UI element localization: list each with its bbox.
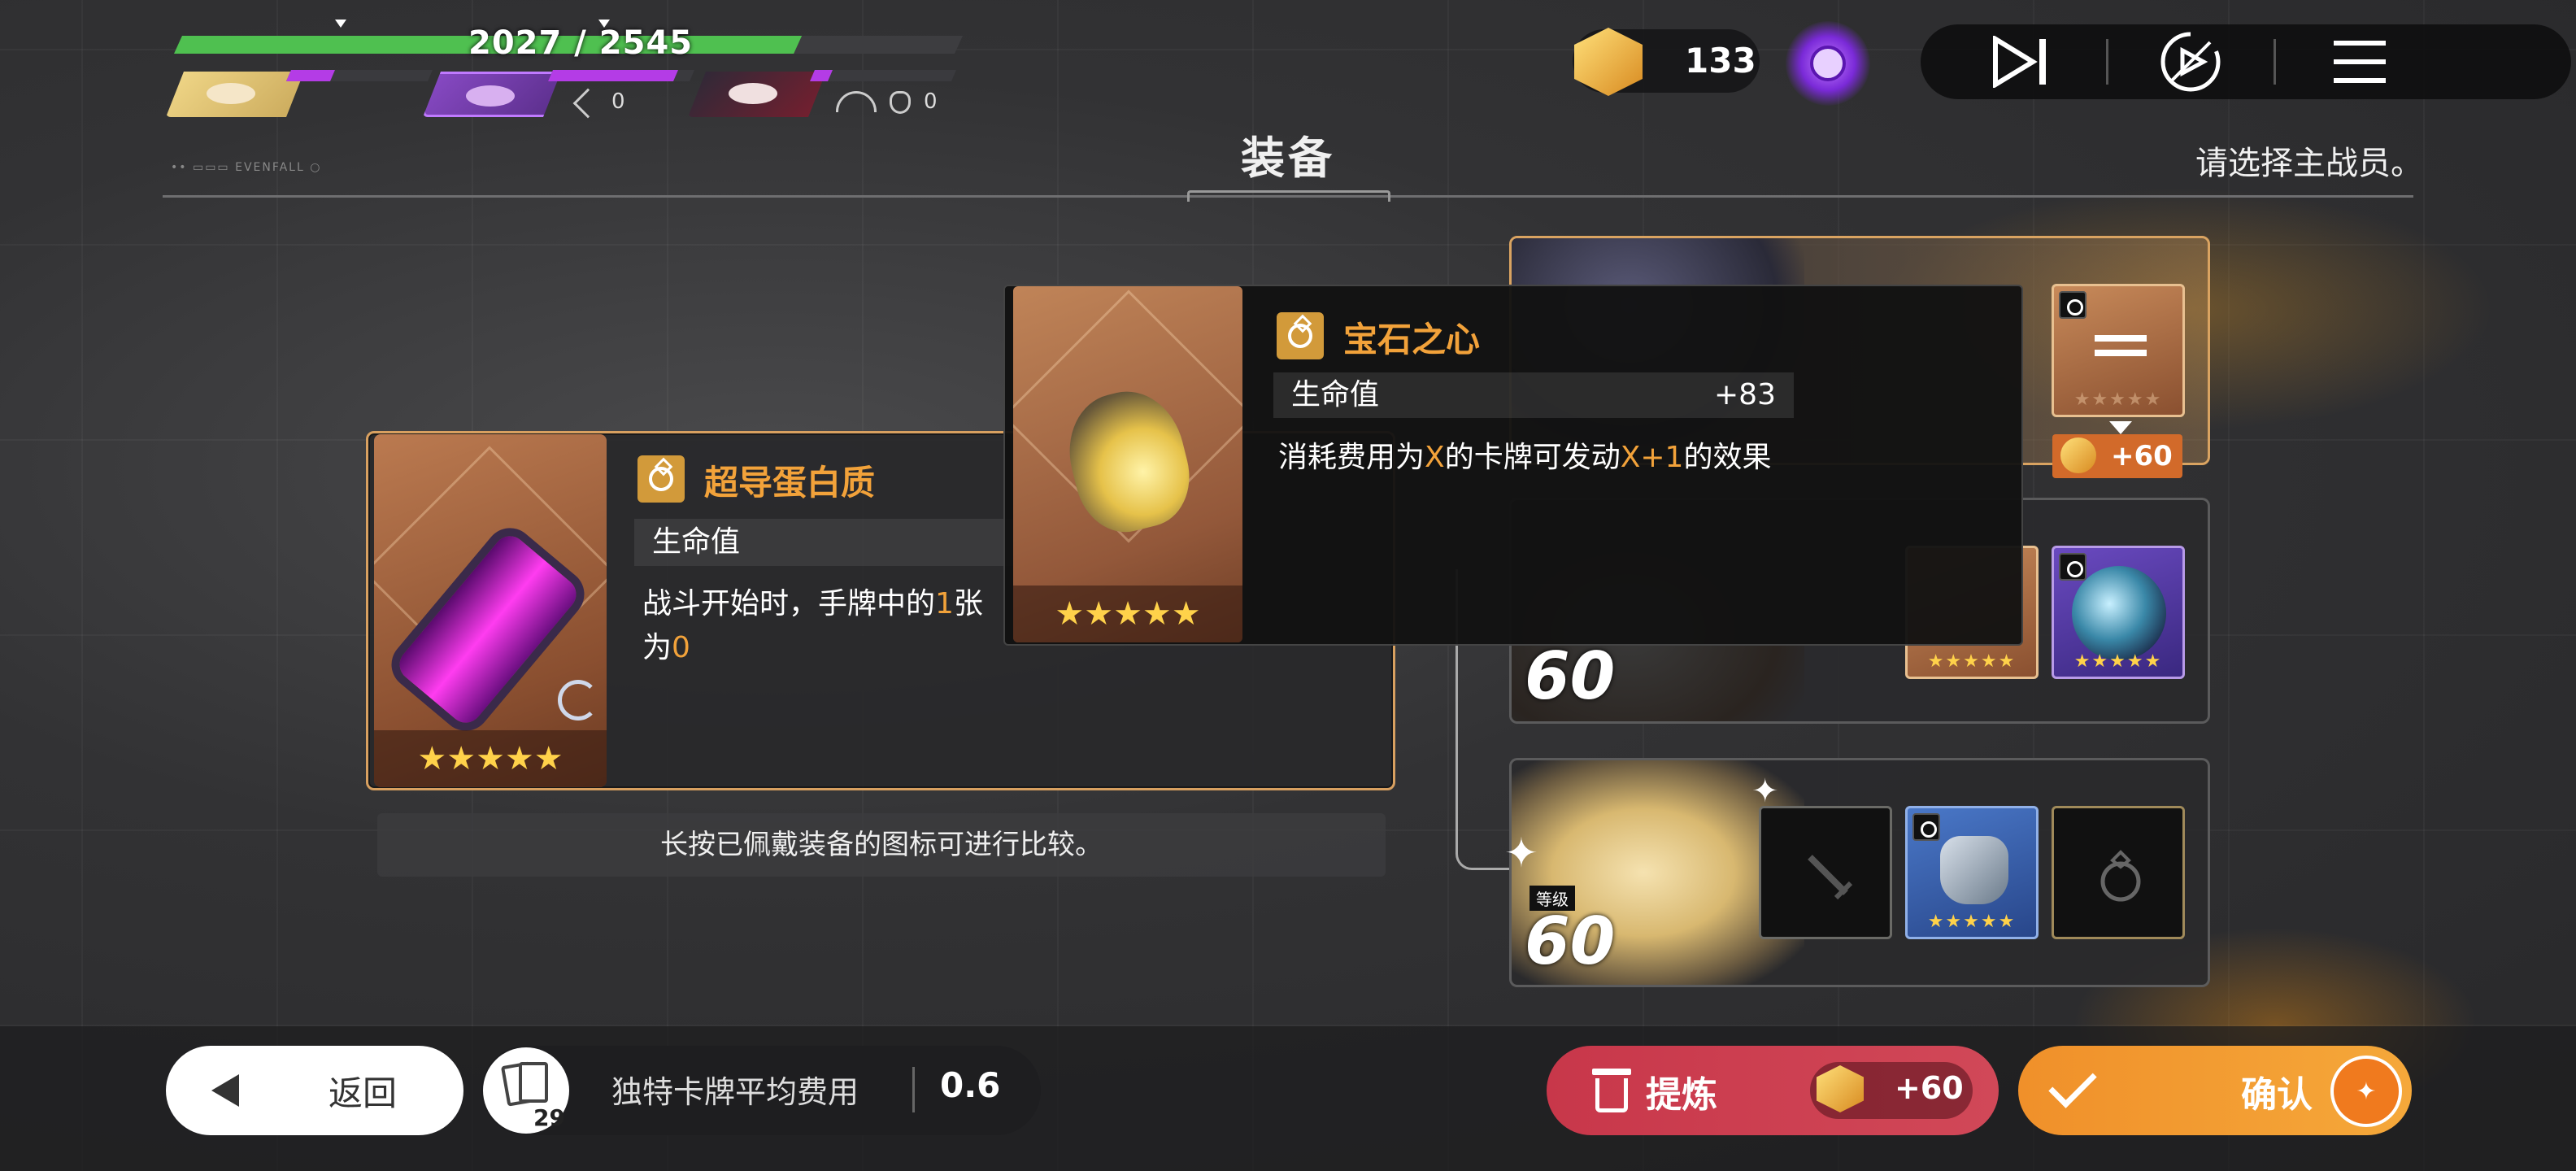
party-member-1[interactable] [166, 72, 304, 117]
rarity-stars: ★★★★★ [1927, 651, 2017, 672]
avatar [729, 83, 777, 104]
sword-icon [572, 88, 603, 119]
confirm-label: 确认 [2241, 1074, 2313, 1116]
menu-icon [2334, 41, 2386, 83]
tooltip-equipment-image: ★★★★★ [1013, 286, 1242, 642]
back-label: 返回 [329, 1073, 398, 1113]
hud-divider [2106, 39, 2108, 85]
character-level: 60 [1525, 903, 1616, 979]
new-equipment-image: ★★★★★ [374, 434, 607, 787]
desc-highlight: 0 [672, 631, 690, 664]
hp-marker-icon [598, 20, 610, 28]
character-slot-3[interactable]: 等级 60 ★★★★★ [1509, 758, 2210, 987]
deck-divider [912, 1067, 915, 1112]
trash-icon [1592, 1069, 1631, 1112]
rarity-stars: ★★★★★ [1013, 586, 1242, 642]
auto-speed-button[interactable] [2150, 24, 2231, 99]
weapon-equip-slot[interactable] [1759, 806, 1892, 939]
rarity-stars: ★★★★★ [1927, 912, 2017, 932]
ring-equip-slot[interactable]: ★★★★★ [2052, 546, 2185, 679]
character-level: 60 [1525, 638, 1616, 714]
desc-text: 张 [953, 587, 983, 620]
orb-icon [2072, 566, 2166, 660]
refine-label: 提炼 [1646, 1074, 1717, 1116]
stat-label: 生命值 [1291, 378, 1380, 411]
tooltip-description: 消耗费用为X的卡牌可发动X+1的效果 [1278, 436, 1978, 480]
menu-button[interactable] [2319, 24, 2400, 99]
stat-value: +83 [1714, 378, 1776, 411]
party-member-2-energy-fill [548, 70, 678, 81]
armor-slot-type-icon [1912, 813, 1940, 841]
spiral-icon [558, 680, 598, 720]
ring-equip-slot[interactable]: ★★★★★ [2052, 284, 2185, 417]
ring-equip-slot-empty[interactable] [2052, 806, 2185, 939]
sword-icon [1808, 855, 1853, 900]
hud-divider [2274, 39, 2276, 85]
ring-icon [2100, 850, 2141, 902]
deck-count: 29 [533, 1104, 565, 1131]
gem-currency-icon [2060, 437, 2096, 473]
bonus-value: +60 [2111, 440, 2173, 472]
title-ornament [1187, 190, 1390, 202]
relic-button[interactable] [1786, 21, 1870, 106]
party-member-3-count: 0 [924, 89, 938, 114]
swap-icon [2095, 327, 2147, 368]
refine-bonus-tag: +60 [2052, 434, 2182, 478]
rarity-stars: ★★★★★ [2073, 651, 2163, 672]
party-hp-text: 2027 / 2545 [468, 24, 694, 62]
party-member-2[interactable] [423, 72, 561, 117]
wolf-icon [890, 91, 911, 114]
sparkle-icon: ✦ [1751, 773, 1779, 810]
relic-icon [1810, 46, 1846, 81]
back-arrow-icon [211, 1074, 239, 1107]
desc-text: 的卡牌可发动 [1444, 441, 1621, 474]
confirm-badge-icon: ✦ [2330, 1056, 2402, 1127]
tooltip-equipment-name: 宝石之心 [1343, 320, 1481, 359]
back-button[interactable]: 返回 [166, 1046, 463, 1135]
desc-highlight: X [1425, 441, 1445, 474]
deck-avg-cost-label: 独特卡牌平均费用 [611, 1074, 859, 1110]
avatar [207, 83, 255, 104]
page-title: 装备 [1241, 133, 1335, 184]
desc-text: 的效果 [1683, 441, 1772, 474]
bonus-pointer-icon [2109, 421, 2132, 434]
ring-slot-type-icon [2059, 553, 2086, 581]
armor-equip-slot[interactable]: ★★★★★ [1905, 806, 2039, 939]
fan-icon [836, 91, 877, 112]
skip-icon [1993, 36, 2046, 88]
ring-slot-icon [637, 455, 685, 503]
party-member-3[interactable] [688, 72, 826, 117]
rarity-stars: ★★★★★ [374, 730, 607, 787]
refine-reward-value: +60 [1895, 1070, 1964, 1106]
stat-label: 生命值 [652, 525, 741, 559]
party-member-2-count: 0 [611, 89, 625, 114]
select-hint: 请选择主战员。 [2195, 145, 2423, 182]
ring-slot-icon [1277, 312, 1324, 359]
avatar [466, 85, 515, 107]
equipment-name: 超导蛋白质 [704, 463, 876, 503]
desc-text: 战斗开始时，手牌中的 [642, 587, 936, 620]
skip-button[interactable] [1981, 24, 2062, 99]
hp-marker-icon [335, 20, 346, 28]
desc-highlight: 1 [935, 587, 954, 620]
desc-highlight: X+1 [1620, 441, 1684, 474]
card-icon [519, 1062, 548, 1103]
ring-slot-type-icon [2059, 291, 2086, 319]
desc-text: 消耗费用为 [1278, 441, 1425, 474]
rarity-stars: ★★★★★ [2073, 390, 2163, 410]
deck-avg-cost-value: 0.6 [940, 1065, 1001, 1105]
equipment-description: 战斗开始时，手牌中的1张 为0 [642, 582, 1049, 670]
gauntlet-icon [1940, 836, 2008, 904]
party-member-1-energy-fill [286, 70, 335, 81]
currency-value: 133 [1685, 41, 1756, 81]
auto-speed-icon [2160, 32, 2221, 92]
compare-hint: 长按已佩戴装备的图标可进行比较。 [377, 813, 1386, 877]
sparkle-icon: ✦ [1504, 829, 1538, 877]
game-logo: •• ▭▭▭ EVENFALL ○ [171, 161, 322, 174]
desc-text: 为 [642, 631, 672, 664]
tooltip-stat-row: 生命值 +83 [1273, 372, 1794, 418]
